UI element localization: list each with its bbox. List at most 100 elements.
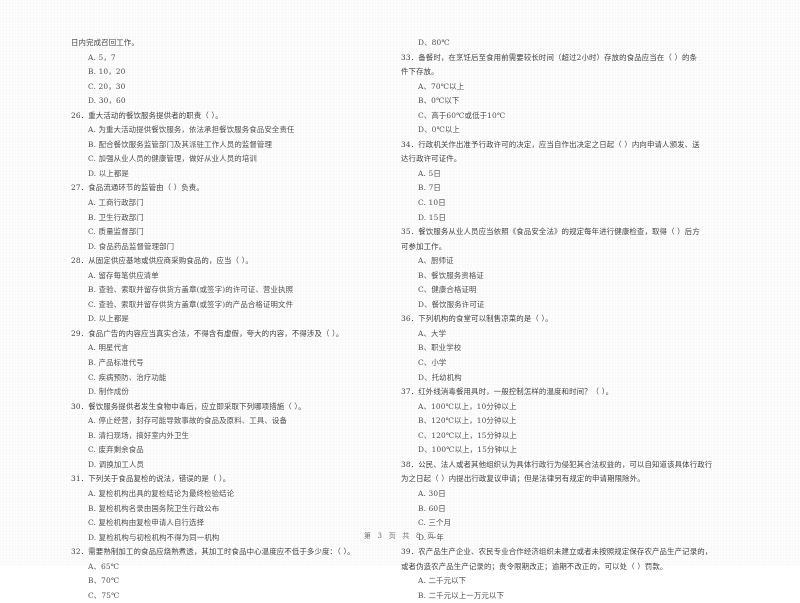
question-stem: 38．公民、法人或者其他组织认为具体行政行为侵犯其合法权益的，可以自知道该具体行… [401,458,729,473]
right-text-column: D、80℃ 33．备餐时，在烹饪后至食用前需要较长时间（超过2小时）存放的食品应… [401,36,729,603]
question-text: 行政机关作出准予行政许可的决定，应当自作出决定之日起（ ）内向申请人颁发、送 [418,139,700,149]
option-item: A、70℃以上 [418,81,465,91]
option-item: A. 5日 [418,168,441,178]
option-item: B、职业学校 [418,343,462,353]
option-item: A、大学 [418,328,447,338]
option-item: B、0℃以下 [418,96,460,106]
option-item: C、小学 [418,358,447,368]
question-stem: 27．食品流通环节的监管由（ ）负责。 [71,181,399,196]
question-text: 从固定供应基地或供应商采购食品的，应当（ ）。 [88,256,253,266]
question-text: 公民、法人或者其他组织认为具体行政行为侵犯其合法权益的，可以自知道该具体行政行 [418,459,713,469]
question-number: 36． [401,314,419,324]
footer-prefix: 第 [363,532,374,540]
option-item: A. 工商行政部门 [88,198,144,208]
option-item: B. 卫生行政部门 [88,212,144,222]
option-item: A. 留存每笔供应清单 [88,270,159,280]
option-item: B. 复检机构名录由国务院卫生行政公布 [88,503,220,513]
question-stem: 30．餐饮服务提供者发生食物中毒后，应立即采取下列哪项措施（ ）。 [71,400,399,415]
option-item: D. 以上都是 [88,168,129,178]
option-item: A. 明星代言 [88,343,129,353]
question-number: 30． [71,401,89,411]
question-number: 26． [71,110,89,120]
footer-middle: 页 共 [388,532,412,540]
option-item: A. 30日 [418,488,446,498]
question-number: 28． [71,256,89,266]
option-item: D、托幼机构 [418,372,462,382]
option-item: B. 10，20 [88,67,126,77]
question-34: 34．行政机关作出准予行政许可的决定，应当自作出决定之日起（ ）内向申请人颁发、… [401,138,729,225]
option-item: B. 查验、索取并留存供货方盖章(或签字)的许可证、营业执照 [88,285,294,295]
option-item: B. 60日 [418,503,446,513]
question-stem-continued: 为之日起（ ）内提出行政复议申请；但是法律另有规定的申请期限除外。 [401,474,645,484]
question-text: 红外线消毒餐用具时，一般控制怎样的温度和时间？（ ）。 [418,387,614,397]
option-item: B. 7日 [418,183,441,193]
question-35: 35．餐饮服务从业人员应当依照《食品安全法》的规定每年进行健康检查，取得（ ）后… [401,225,729,312]
option-item: B. 配合餐饮服务监管部门及其派驻工作人员的监督管理 [88,139,273,149]
continued-question-block: 日内完成召回工作。 A. 5，7 B. 10，20 C. 20，30 D. 30… [71,36,399,109]
question-33: 33．备餐时，在烹饪后至食用前需要较长时间（超过2小时）存放的食品应当在（ ）的… [401,51,729,138]
question-stem: 37．红外线消毒餐用具时，一般控制怎样的温度和时间？（ ）。 [401,385,729,400]
question-stem: 39．农产品生产企业、农民专业合作经济组织未建立或者未按照规定保存农产品生产记录… [401,545,729,560]
option-item: B. 产品标准代号 [88,358,144,368]
question-36: 36．下列机构的食堂可以制售凉菜的是（ ）。 A、大学 B、职业学校 C、小学 … [401,312,729,385]
option-item: A、65℃ [88,561,120,571]
question-stem-continued: 件下存放。 [401,67,439,77]
question-26: 26．重大活动的餐饮服务提供者的职责（ ）。 A. 为重大活动提供餐饮服务，依法… [71,109,399,182]
option-item: B、餐饮服务资格证 [418,270,484,280]
option-item: D. 30，60 [88,96,126,106]
question-text: 需要熟制加工的食品应烧熟煮透，其加工时食品中心温度应不低于多少度：（ ）。 [88,547,355,557]
scanned-page: 日内完成召回工作。 A. 5，7 B. 10，20 C. 20，30 D. 30… [0,0,800,600]
question-stem: 32．需要熟制加工的食品应烧熟煮透，其加工时食品中心温度应不低于多少度：（ ）。 [71,545,399,560]
option-item: C. 10日 [418,198,446,208]
question-number: 39． [401,547,419,557]
page-footer: 第 3 页 共 8 页 [0,531,800,541]
footer-total-pages: 8 [415,532,423,540]
option-item: C. 三个月 [418,518,452,528]
option-item: A. 停止经营，封存可能导致事故的食品及原料、工具、设备 [88,416,288,426]
option-item: B、120℃以上，10分钟以上 [418,416,517,426]
footer-current-page: 3 [377,532,385,540]
question-text: 重大活动的餐饮服务提供者的职责（ ）。 [88,110,223,120]
question-text: 餐饮服务从业人员应当依照《食品安全法》的规定每年进行健康检查，取得（ ）后方 [418,227,700,237]
option-item: D. 15日 [418,212,447,222]
option-item: A. 复检机构出具的复检结论为最终检验结论 [88,488,235,498]
option-item: D、80℃ [418,38,450,47]
question-29: 29．食品广告的内容应当真实合法，不得含有虚假，夸大的内容，不得涉及（ ）。 A… [71,327,399,400]
question-stem: 33．备餐时，在烹饪后至食用前需要较长时间（超过2小时）存放的食品应当在（ ）的… [401,51,729,66]
question-stem: 35．餐饮服务从业人员应当依照《食品安全法》的规定每年进行健康检查，取得（ ）后… [401,225,729,240]
question-text: 农产品生产企业、农民专业合作经济组织未建立或者未按照规定保存农产品生产记录的， [418,547,713,557]
question-number: 29． [71,328,89,338]
question-32: 32．需要熟制加工的食品应烧熟煮透，其加工时食品中心温度应不低于多少度：（ ）。… [71,545,399,603]
question-number: 33． [401,52,419,62]
question-stem: 34．行政机关作出准予行政许可的决定，应当自作出决定之日起（ ）内向申请人颁发、… [401,138,729,153]
question-stem: 26．重大活动的餐饮服务提供者的职责（ ）。 [71,109,399,124]
question-stem: 31．下列关于食品复检的说法，错误的是（ ）。 [71,472,399,487]
question-stem-continued: 达行政许可证件。 [401,154,462,164]
option-item: B. 二千元以上一万元以下 [418,590,504,600]
option-item: C、120℃以上，15分钟以上 [418,430,517,440]
question-number: 38． [401,459,419,469]
continued-option-block: D、80℃ [401,36,729,51]
question-30: 30．餐饮服务提供者发生食物中毒后，应立即采取下列哪项措施（ ）。 A. 停止经… [71,400,399,473]
question-stem-continued: 可参加工作。 [401,241,447,251]
option-item: B、70℃ [88,576,120,586]
question-number: 27． [71,183,89,193]
option-item: C. 20，30 [88,81,126,91]
question-text: 餐饮服务提供者发生食物中毒后，应立即采取下列哪项措施（ ）。 [88,401,306,411]
option-item: D、餐饮服务许可证 [418,299,485,309]
option-item: C、75℃ [88,590,120,600]
question-number: 32． [71,547,89,557]
question-number: 31． [71,474,89,484]
option-item: C、健康合格证明 [418,285,477,295]
option-item: D、100℃以上，15分钟以上 [418,445,518,455]
question-text: 下列机构的食堂可以制售凉菜的是（ ）。 [418,314,553,324]
option-item: D. 食品药品监督管理部门 [88,241,175,251]
option-item: D. 制作成份 [88,387,129,397]
footer-suffix: 页 [426,532,437,540]
question-stem: 28．从固定供应基地或供应商采购食品的，应当（ ）。 [71,254,399,269]
question-number: 37． [401,387,419,397]
continued-stem-line: 日内完成召回工作。 [71,38,139,47]
option-item: D. 调换加工人员 [88,459,145,469]
question-text: 食品流通环节的监管由（ ）负责。 [88,183,204,193]
option-item: A. 为重大活动提供餐饮服务，依法承担餐饮服务食品安全责任 [88,125,295,135]
